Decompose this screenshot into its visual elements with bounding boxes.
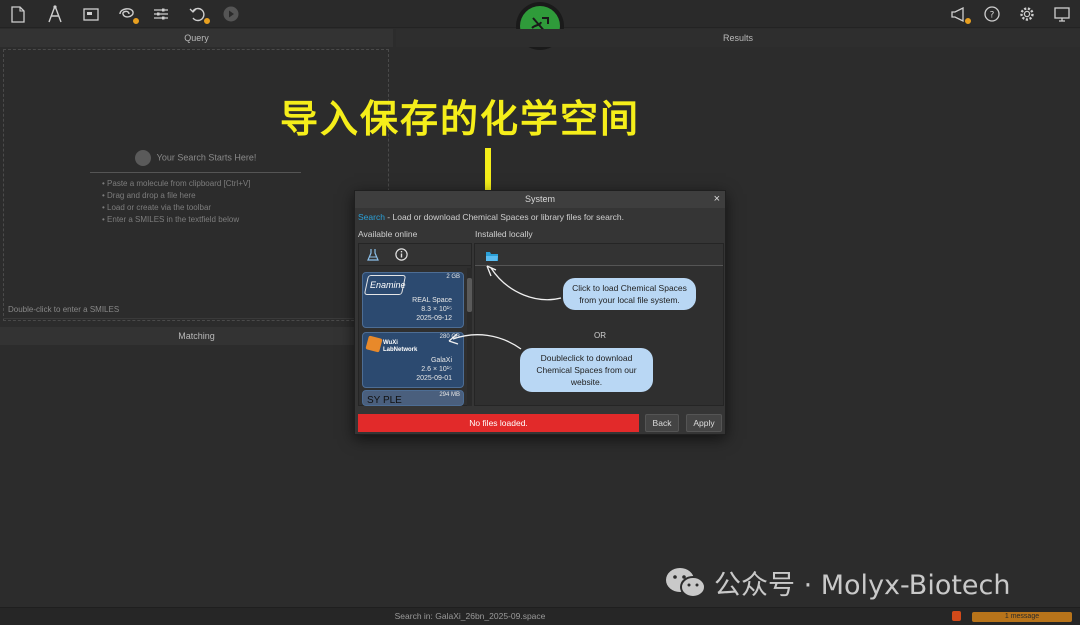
dialog-titlebar: System × <box>355 191 725 208</box>
tip-item: Drag and drop a file here <box>102 190 250 202</box>
card-size: 2 GB <box>446 274 460 280</box>
available-online-label: Available online <box>358 229 418 239</box>
query-panel-title: Query <box>0 29 393 47</box>
apply-button[interactable]: Apply <box>686 414 722 432</box>
search-in-label: Search in: GalaXi_26bn_2025-09.space <box>394 611 546 621</box>
back-button[interactable]: Back <box>645 414 679 432</box>
card-logo-text: Enamine <box>370 280 406 290</box>
dialog-description: Search - Load or download Chemical Space… <box>358 212 624 222</box>
help-icon[interactable]: ? <box>980 3 1004 25</box>
local-spaces-area[interactable]: Click to load Chemical Spaces from your … <box>448 243 724 406</box>
card-date: 2025-09-12 <box>416 315 452 322</box>
results-panel-title: Results <box>396 29 1080 47</box>
new-file-icon[interactable] <box>6 3 30 25</box>
wuxi-logo <box>365 335 383 353</box>
local-toolbar <box>475 244 723 266</box>
status-bar: No files loaded. <box>358 414 639 432</box>
smiles-input-hint[interactable]: Double-click to enter a SMILES <box>8 305 119 314</box>
logo-icon <box>134 150 151 166</box>
card-name: REAL Space <box>412 297 452 304</box>
announce-badge <box>964 17 972 25</box>
search-tips: Paste a molecule from clipboard [Ctrl+V]… <box>102 178 250 226</box>
card-count: 8.3 × 10¹⁵ <box>421 306 452 313</box>
card-size: 294 MB <box>439 392 460 398</box>
load-local-bubble: Click to load Chemical Spaces from your … <box>563 278 696 310</box>
download-hint-arrow-icon <box>448 333 522 350</box>
history-icon[interactable] <box>186 3 211 25</box>
history-badge <box>203 17 211 25</box>
announce-icon[interactable] <box>947 3 972 25</box>
installed-locally-label: Installed locally <box>475 229 533 239</box>
tip-item: Load or create via the toolbar <box>102 202 250 214</box>
warning-icon[interactable] <box>952 611 961 621</box>
list-scrollbar-thumb[interactable] <box>467 278 472 312</box>
online-list-toolbar <box>359 244 471 266</box>
message-pill[interactable]: 1 message <box>972 612 1072 622</box>
divider <box>3 318 389 319</box>
or-label: OR <box>594 331 606 340</box>
card-date: 2025-09-01 <box>416 375 452 382</box>
search-start-text: Your Search Starts Here! <box>156 152 257 163</box>
info-icon[interactable] <box>395 248 408 266</box>
download-bubble: Doubleclick to download Chemical Spaces … <box>520 348 653 392</box>
space-card-real[interactable]: Enamine 2 GB REAL Space 8.3 × 10¹⁵ 2025-… <box>362 272 464 328</box>
tip-item: Paste a molecule from clipboard [Ctrl+V] <box>102 178 250 190</box>
system-dialog: System × Search - Load or download Chemi… <box>354 190 726 435</box>
spaces-icon[interactable] <box>115 3 140 25</box>
close-icon[interactable]: × <box>714 191 720 208</box>
draw-icon[interactable] <box>43 3 67 25</box>
wechat-icon <box>666 567 706 598</box>
watermark-text: 公众号 · Molyx-Biotech <box>714 570 1011 601</box>
filter-icon[interactable] <box>149 3 173 25</box>
spaces-badge <box>132 17 140 25</box>
svg-text:?: ? <box>990 11 995 21</box>
card-logo-text: WuXi LabNetwork <box>383 340 418 353</box>
space-card-symeres[interactable]: 294 MB SY PLE <box>362 390 464 406</box>
flask-icon[interactable] <box>367 248 379 266</box>
online-spaces-list: Enamine 2 GB REAL Space 8.3 × 10¹⁵ 2025-… <box>358 243 472 406</box>
search-start-title: Your Search Starts Here! <box>90 150 301 173</box>
card-count: 2.6 × 10¹⁵ <box>421 366 452 373</box>
watermark: 公众号 · Molyx-Biotech <box>664 563 1011 602</box>
settings-icon[interactable] <box>1015 3 1039 25</box>
console-icon[interactable] <box>79 3 103 25</box>
matching-panel-title: Matching <box>0 327 393 345</box>
card-logo-text: SY PLE <box>367 395 402 406</box>
bottom-status-bar: Search in: GalaXi_26bn_2025-09.space 1 m… <box>0 607 1080 625</box>
dialog-title: System <box>524 194 555 204</box>
tip-item: Enter a SMILES in the textfield below <box>102 214 250 226</box>
desc-accent[interactable]: Search <box>358 212 385 222</box>
desc-text: - Load or download Chemical Spaces or li… <box>384 212 624 222</box>
run-icon[interactable] <box>219 3 243 25</box>
app-window: ? Query Results Matching Your Search Sta… <box>0 0 1080 625</box>
annotation-title: 导入保存的化学空间 <box>280 97 641 141</box>
screen-icon[interactable] <box>1050 3 1074 25</box>
